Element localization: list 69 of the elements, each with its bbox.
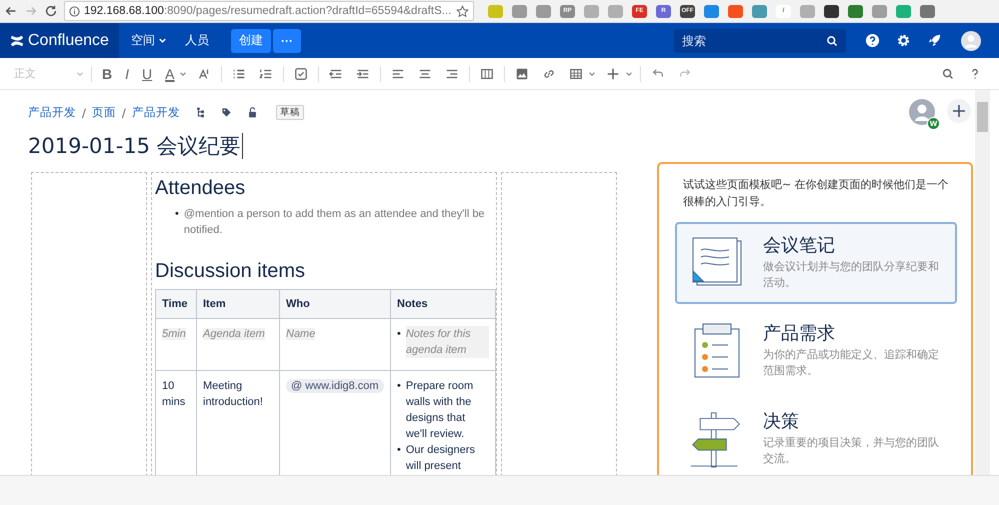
caret-icon[interactable] xyxy=(179,70,188,78)
logo-icon xyxy=(10,34,24,48)
bullet: • xyxy=(175,207,179,222)
nav-menu[interactable]: 人员 xyxy=(178,32,215,49)
table-cell: Meeting introduction! xyxy=(203,380,263,408)
template-title: 产品需求 xyxy=(763,322,836,345)
nav-menu[interactable]: 空间 xyxy=(124,32,173,49)
breadcrumb-separator: / xyxy=(122,106,126,120)
more-button[interactable]: ··· xyxy=(272,28,301,52)
table-cell: 10 mins xyxy=(162,380,186,408)
attendees-hint: @mention a person to add them as an attendee and they'll be notified. xyxy=(184,207,486,238)
info-icon xyxy=(69,6,80,16)
status-lozenge: 草稿 xyxy=(276,105,304,120)
note-item: Prepare room walls with the designs that we'll review. xyxy=(406,379,474,442)
template-title: 决策 xyxy=(763,410,800,433)
column-header: Notes xyxy=(390,290,496,318)
note-item: Notes for this agenda item xyxy=(406,326,489,358)
italic-button[interactable]: I xyxy=(122,66,132,82)
reload-icon[interactable] xyxy=(44,4,58,18)
breadcrumb-link[interactable]: 产品开发 xyxy=(132,105,180,120)
back-icon[interactable] xyxy=(4,4,18,18)
template-card[interactable]: 会议笔记 做会议计划并与您的团队分享纪要和活动。 xyxy=(675,222,957,304)
user-mention[interactable]: @ www.idig8.com xyxy=(286,379,384,393)
bullet: • xyxy=(397,443,401,458)
table-cell: 5min xyxy=(162,328,186,340)
help-icon[interactable] xyxy=(865,33,880,48)
breadcrumb-link[interactable]: 产品开发 xyxy=(28,105,76,120)
breadcrumb-separator: / xyxy=(82,106,86,120)
discussion-heading: Discussion items xyxy=(155,260,306,283)
attendees-heading: Attendees xyxy=(155,177,246,200)
breadcrumb-link[interactable]: 页面 xyxy=(92,105,116,120)
search-icon xyxy=(826,34,838,46)
table-cell: Name xyxy=(286,328,316,340)
template-description: 做会议计划并与您的团队分享纪要和活动。 xyxy=(763,259,940,291)
caret-icon xyxy=(158,36,167,45)
underline-button[interactable]: U xyxy=(139,66,156,82)
user-avatar[interactable] xyxy=(961,30,981,50)
label-tag-icon[interactable] xyxy=(220,107,232,118)
page-title-field[interactable]: 2019-01-15 会议纪要 xyxy=(28,132,628,160)
rocket-icon[interactable] xyxy=(927,33,942,48)
address-bar[interactable]: 192.168.68.100:8090/pages/resumedraft.action?draftId=65594&draftS... xyxy=(64,1,474,21)
column-header: Item xyxy=(196,290,280,318)
bullet: • xyxy=(397,327,401,342)
person-icon xyxy=(909,99,935,125)
template-description: 记录重要的项目决策，并与您的团队交流。 xyxy=(763,435,940,467)
search-field[interactable]: 搜索 xyxy=(674,28,846,52)
page-tree-icon[interactable] xyxy=(194,107,206,118)
caret-icon[interactable] xyxy=(588,70,596,78)
column-header: Who xyxy=(280,290,390,318)
bullet: • xyxy=(397,379,401,394)
confluence-logo[interactable]: Confluence xyxy=(0,23,119,58)
bold-button[interactable]: B xyxy=(99,66,116,82)
settings-icon[interactable] xyxy=(896,33,911,48)
template-card[interactable]: 决策 记录重要的项目决策，并与您的团队交流。 xyxy=(675,398,957,475)
template-card[interactable]: 产品需求 为你的产品或功能定义、追踪和确定范围需求。 xyxy=(675,310,957,392)
column-header: Time xyxy=(156,290,196,318)
template-title: 会议笔记 xyxy=(763,234,836,257)
create-button[interactable]: 创建 xyxy=(230,28,271,52)
table-cell: Agenda item xyxy=(203,328,265,340)
caret-icon xyxy=(76,70,84,78)
caret-icon[interactable] xyxy=(625,70,634,78)
note-item: Our designers will present xyxy=(406,443,476,474)
extension-icon[interactable] xyxy=(824,4,839,18)
template-description: 为你的产品或功能定义、追踪和确定范围需求。 xyxy=(763,347,940,379)
star-icon[interactable] xyxy=(456,4,469,18)
text-color-button[interactable]: A xyxy=(162,66,178,82)
padlock-icon[interactable] xyxy=(246,107,258,118)
template-intro: 试试这些页面模板吧~ 在你创建页面的时候他们是一个很棒的入门引导。 xyxy=(683,177,950,210)
add-icon[interactable] xyxy=(947,99,971,123)
